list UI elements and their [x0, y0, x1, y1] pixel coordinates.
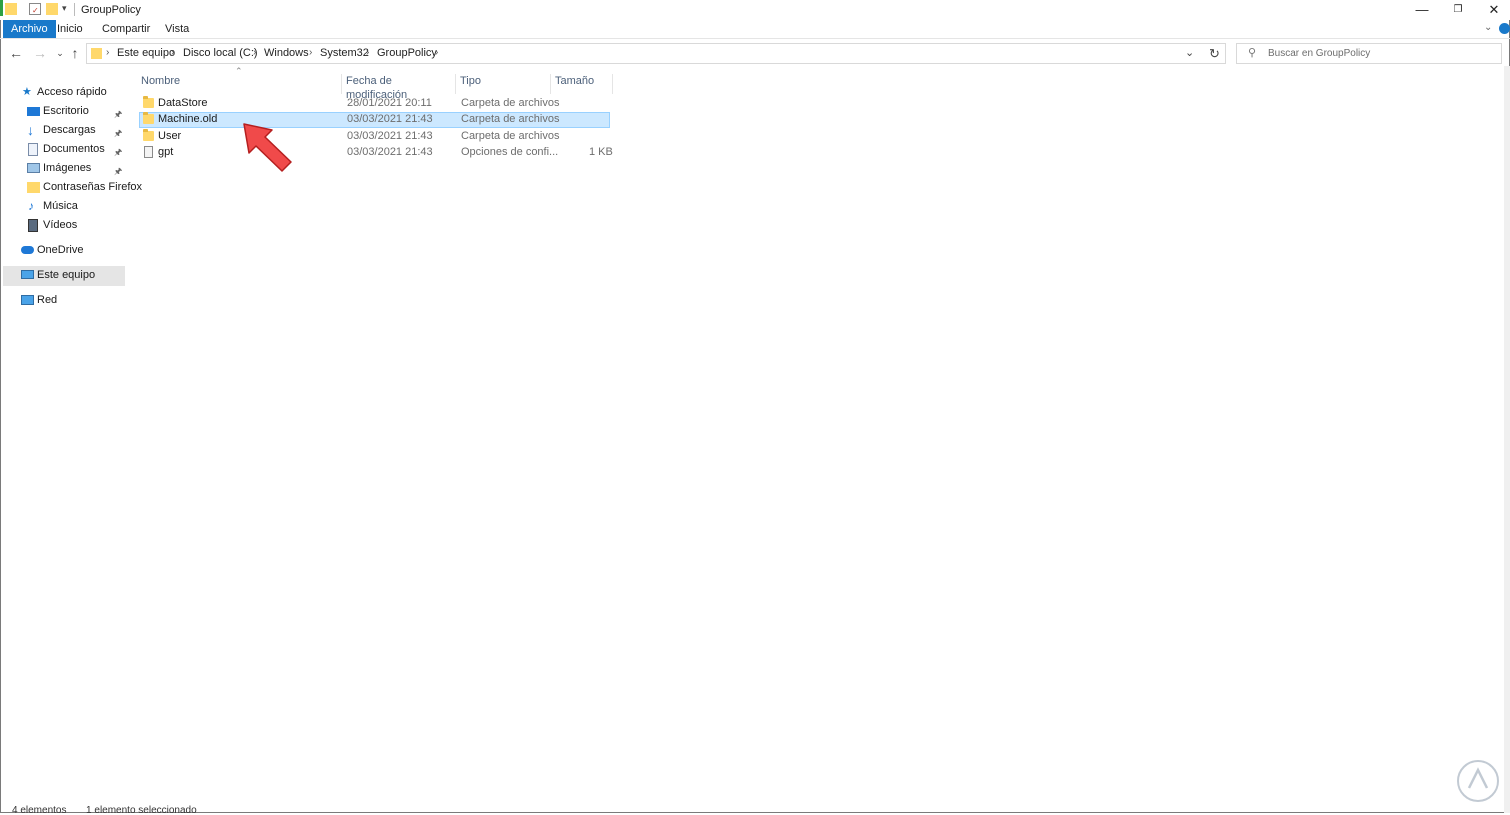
folder-icon	[143, 112, 154, 124]
search-input[interactable]: ⚲ Buscar en GroupPolicy	[1236, 43, 1502, 64]
file-type: Opciones de confi...	[461, 146, 559, 158]
download-icon: ↓	[27, 122, 34, 138]
new-folder-icon[interactable]	[46, 3, 58, 15]
desktop-icon	[27, 107, 40, 116]
vertical-scrollbar[interactable]	[1504, 66, 1510, 813]
computer-icon	[21, 270, 34, 279]
folder-icon	[5, 3, 17, 15]
sidebar-item-documentos[interactable]: Documentos	[24, 140, 128, 159]
table-row[interactable]: User 03/03/2021 21:43 Carpeta de archivo…	[139, 129, 610, 145]
search-placeholder: Buscar en GroupPolicy	[1268, 48, 1371, 59]
column-header-fecha[interactable]: Fecha de modificación	[342, 74, 456, 101]
status-selection: 1 elemento seleccionado	[86, 805, 197, 815]
title-bar: ✓ ▾ GroupPolicy — ❐ ✕	[0, 0, 1510, 20]
breadcrumb-separator-icon[interactable]: ›	[366, 47, 369, 58]
documents-icon	[28, 143, 38, 156]
table-row[interactable]: DataStore 28/01/2021 20:11 Carpeta de ar…	[139, 96, 610, 112]
sidebar-item-escritorio[interactable]: Escritorio	[24, 102, 128, 121]
column-header-tamano[interactable]: Tamaño	[551, 74, 613, 94]
breadcrumb-este-equipo[interactable]: Este equipo	[117, 47, 175, 59]
breadcrumb-separator-icon[interactable]: ›	[171, 47, 174, 58]
file-name: User	[158, 130, 182, 142]
sidebar-item-musica[interactable]: ♪ Música	[24, 197, 128, 216]
file-date: 03/03/2021 21:43	[347, 130, 433, 142]
music-icon: ♪	[28, 199, 34, 213]
settings-file-icon	[144, 146, 153, 158]
tab-vista[interactable]: Vista	[157, 20, 197, 38]
ribbon-tabs: Archivo Inicio Compartir Vista ⌄	[0, 20, 1510, 39]
sidebar-item-videos[interactable]: Vídeos	[24, 216, 128, 235]
refresh-icon[interactable]: ↻	[1209, 46, 1220, 62]
tab-inicio[interactable]: Inicio	[49, 20, 91, 38]
annotation-arrow-icon	[243, 123, 292, 172]
folder-icon	[91, 48, 102, 59]
ribbon-expand-icon[interactable]: ⌄	[1484, 22, 1492, 33]
search-icon: ⚲	[1248, 47, 1257, 59]
folder-icon	[143, 129, 154, 141]
file-date: 03/03/2021 21:43	[347, 113, 433, 125]
help-icon[interactable]	[1499, 23, 1510, 34]
file-name: DataStore	[158, 97, 208, 109]
back-icon[interactable]: ←	[7, 44, 25, 62]
sidebar-item-descargas[interactable]: ↓ Descargas	[24, 121, 128, 140]
status-item-count: 4 elementos	[12, 805, 67, 815]
tab-compartir[interactable]: Compartir	[94, 20, 158, 38]
sidebar-item-onedrive[interactable]: OneDrive	[18, 241, 128, 260]
tab-archivo[interactable]: Archivo	[3, 20, 56, 38]
title-divider	[74, 3, 75, 16]
table-row-selected[interactable]: Machine.old 03/03/2021 21:43 Carpeta de …	[139, 112, 610, 128]
file-date: 03/03/2021 21:43	[347, 146, 433, 158]
breadcrumb-windows[interactable]: Windows	[264, 47, 309, 59]
breadcrumb-separator-icon[interactable]: ›	[253, 47, 256, 58]
file-name: gpt	[158, 146, 174, 158]
app-accent-strip	[0, 0, 3, 16]
status-bar: 4 elementos 1 elemento seleccionado	[12, 805, 197, 815]
pictures-icon	[27, 163, 40, 173]
sidebar-item-quick-access[interactable]: ★ Acceso rápido	[18, 83, 128, 102]
table-row[interactable]: gpt 03/03/2021 21:43 Opciones de confi..…	[139, 145, 613, 161]
sidebar-item-red[interactable]: Red	[18, 291, 128, 310]
forward-icon[interactable]: →	[31, 44, 49, 62]
star-icon: ★	[22, 86, 32, 98]
sidebar-item-contrasenas-firefox[interactable]: Contraseñas Firefox	[24, 178, 142, 197]
column-header-tipo[interactable]: Tipo	[456, 74, 551, 94]
breadcrumb-grouppolicy[interactable]: GroupPolicy	[377, 47, 437, 59]
folder-icon	[143, 96, 154, 108]
breadcrumb-disco-local[interactable]: Disco local (C:)	[183, 47, 258, 59]
up-icon[interactable]: ↑	[66, 44, 84, 62]
address-dropdown-icon[interactable]: ⌄	[1185, 46, 1194, 59]
folder-icon	[27, 182, 40, 193]
properties-icon[interactable]: ✓	[29, 3, 41, 15]
quick-access-dropdown-icon[interactable]: ▾	[62, 3, 67, 14]
file-type: Carpeta de archivos	[461, 130, 560, 142]
close-icon[interactable]: ✕	[1476, 0, 1510, 20]
breadcrumb-separator-icon[interactable]: ›	[435, 47, 438, 58]
sidebar-item-imagenes[interactable]: Imágenes	[24, 159, 128, 178]
window-title: GroupPolicy	[81, 4, 141, 16]
breadcrumb-separator-icon[interactable]: ›	[106, 47, 109, 58]
file-type: Carpeta de archivos	[461, 97, 560, 109]
column-header-nombre[interactable]: Nombre	[137, 74, 342, 94]
file-name: Machine.old	[158, 113, 218, 125]
minimize-icon[interactable]: —	[1404, 0, 1440, 20]
address-bar[interactable]: › Este equipo › Disco local (C:) › Windo…	[86, 43, 1226, 64]
file-date: 28/01/2021 20:11	[347, 97, 432, 109]
breadcrumb-separator-icon[interactable]: ›	[309, 47, 312, 58]
sidebar-item-este-equipo[interactable]: Este equipo	[3, 266, 125, 286]
watermark-logo-icon	[1457, 760, 1499, 802]
breadcrumb-system32[interactable]: System32	[320, 47, 369, 59]
videos-icon	[28, 219, 38, 232]
network-icon	[21, 295, 34, 305]
file-size: 1 KB	[589, 146, 613, 158]
cloud-icon	[21, 246, 34, 254]
file-type: Carpeta de archivos	[461, 113, 560, 125]
restore-icon[interactable]: ❐	[1440, 0, 1476, 20]
